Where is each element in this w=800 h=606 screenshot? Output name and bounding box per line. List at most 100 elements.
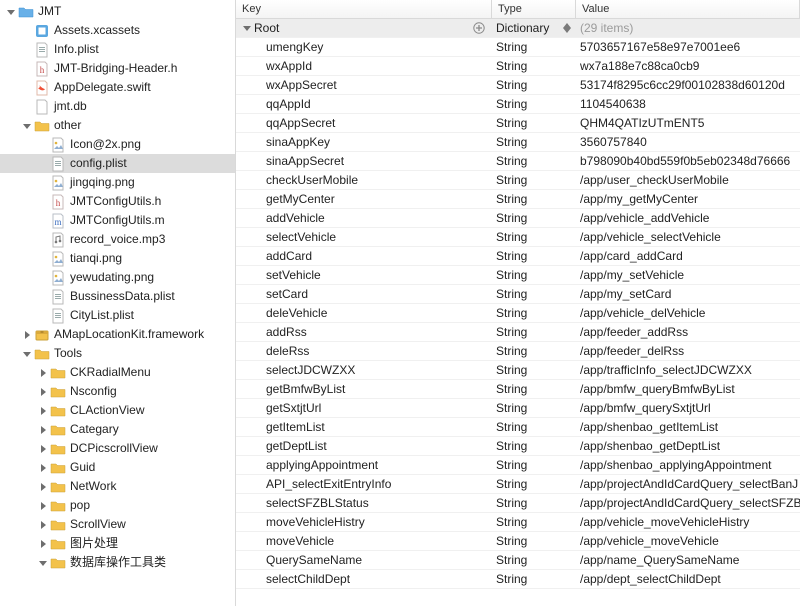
tree-row[interactable]: tianqi.png <box>0 249 235 268</box>
tree-row[interactable]: yewudating.png <box>0 268 235 287</box>
disclosure-open-icon[interactable] <box>22 121 32 131</box>
plist-key[interactable]: wxAppSecret <box>266 78 337 92</box>
plist-value[interactable]: /app/projectAndIdCardQuery_selectSFZB <box>580 496 800 510</box>
tree-row[interactable]: Nsconfig <box>0 382 235 401</box>
disclosure-closed-icon[interactable] <box>38 444 48 454</box>
disclosure-closed-icon[interactable] <box>38 387 48 397</box>
plist-value[interactable]: /app/feeder_delRss <box>580 344 684 358</box>
plist-type[interactable]: String <box>496 287 527 301</box>
plist-value[interactable]: /app/shenbao_getItemList <box>580 420 718 434</box>
plist-type[interactable]: String <box>496 477 527 491</box>
disclosure-closed-icon[interactable] <box>22 330 32 340</box>
plist-key[interactable]: qqAppSecret <box>266 116 335 130</box>
disclosure-closed-icon[interactable] <box>38 482 48 492</box>
tree-row[interactable]: 图片处理 <box>0 534 235 553</box>
plist-type[interactable]: String <box>496 135 527 149</box>
tree-row[interactable]: hJMTConfigUtils.h <box>0 192 235 211</box>
type-stepper-icon[interactable] <box>562 22 572 34</box>
plist-value[interactable]: b798090b40bd559f0b5eb02348d76666 <box>580 154 790 168</box>
plist-type[interactable]: String <box>496 458 527 472</box>
plist-row[interactable]: addRss String/app/feeder_addRss <box>236 323 800 342</box>
plist-row[interactable]: API_selectExitEntryInfoString/app/projec… <box>236 475 800 494</box>
tree-row[interactable]: config.plist <box>0 154 235 173</box>
tree-row[interactable]: CLActionView <box>0 401 235 420</box>
plist-value[interactable]: /app/dept_selectChildDept <box>580 572 721 586</box>
plist-type[interactable]: String <box>496 192 527 206</box>
tree-row[interactable]: DCPicscrollView <box>0 439 235 458</box>
plist-key[interactable]: QuerySameName <box>266 553 362 567</box>
plist-type[interactable]: Dictionary <box>496 21 549 35</box>
plist-body[interactable]: RootDictionary(29 items)umengKeyString57… <box>236 19 800 606</box>
plist-key[interactable]: API_selectExitEntryInfo <box>266 477 391 491</box>
plist-type[interactable]: String <box>496 230 527 244</box>
tree-row[interactable]: Assets.xcassets <box>0 21 235 40</box>
plist-row[interactable]: addCard String/app/card_addCard <box>236 247 800 266</box>
tree-row[interactable]: record_voice.mp3 <box>0 230 235 249</box>
plist-key[interactable]: checkUserMobile <box>266 173 358 187</box>
tree-row[interactable]: jmt.db <box>0 97 235 116</box>
tree-row[interactable]: ScrollView <box>0 515 235 534</box>
plist-row[interactable]: getItemListString/app/shenbao_getItemLis… <box>236 418 800 437</box>
plist-key[interactable]: getDeptList <box>266 439 327 453</box>
plist-key[interactable]: selectChildDept <box>266 572 350 586</box>
plist-row[interactable]: getSxtjtUrlString/app/bmfw_querySxtjtUrl <box>236 399 800 418</box>
add-row-icon[interactable] <box>472 21 486 35</box>
plist-type[interactable]: String <box>496 173 527 187</box>
plist-key[interactable]: selectJDCWZXX <box>266 363 355 377</box>
plist-type[interactable]: String <box>496 59 527 73</box>
plist-key[interactable]: getSxtjtUrl <box>266 401 321 415</box>
plist-value[interactable]: /app/card_addCard <box>580 249 683 263</box>
tree-row[interactable]: hJMT-Bridging-Header.h <box>0 59 235 78</box>
tree-row[interactable]: Categary <box>0 420 235 439</box>
plist-value[interactable]: wx7a188e7c88ca0cb9 <box>580 59 699 73</box>
disclosure-closed-icon[interactable] <box>38 463 48 473</box>
plist-value[interactable]: /app/vehicle_selectVehicle <box>580 230 721 244</box>
plist-row[interactable]: QuerySameNameString/app/name_QuerySameNa… <box>236 551 800 570</box>
plist-key[interactable]: addVehicle <box>266 211 325 225</box>
plist-value[interactable]: 1104540638 <box>580 97 646 111</box>
disclosure-closed-icon[interactable] <box>38 501 48 511</box>
plist-root-row[interactable]: RootDictionary(29 items) <box>236 19 800 38</box>
plist-key[interactable]: sinaAppSecret <box>266 154 344 168</box>
tree-row[interactable]: Tools <box>0 344 235 363</box>
plist-row[interactable]: checkUserMobileString/app/user_checkUser… <box>236 171 800 190</box>
tree-row[interactable]: mJMTConfigUtils.m <box>0 211 235 230</box>
plist-key[interactable]: umengKey <box>266 40 323 54</box>
plist-row[interactable]: selectChildDept String/app/dept_selectChi… <box>236 570 800 589</box>
disclosure-closed-icon[interactable] <box>38 539 48 549</box>
plist-type[interactable]: String <box>496 249 527 263</box>
plist-value[interactable]: /app/vehicle_delVehicle <box>580 306 705 320</box>
plist-row[interactable]: qqAppIdString1104540638 <box>236 95 800 114</box>
plist-key[interactable]: selectSFZBLStatus <box>266 496 369 510</box>
tree-row[interactable]: AMapLocationKit.framework <box>0 325 235 344</box>
plist-key[interactable]: setVehicle <box>266 268 321 282</box>
plist-type[interactable]: String <box>496 401 527 415</box>
plist-value[interactable]: /app/feeder_addRss <box>580 325 688 339</box>
plist-key[interactable]: addRss <box>266 325 307 339</box>
plist-type[interactable]: String <box>496 325 527 339</box>
plist-value[interactable]: /app/my_setVehicle <box>580 268 684 282</box>
plist-row[interactable]: selectSFZBLStatusString/app/projectAndId… <box>236 494 800 513</box>
plist-key[interactable]: addCard <box>266 249 312 263</box>
project-navigator[interactable]: JMTAssets.xcassetsInfo.plisthJMT-Bridgin… <box>0 0 236 606</box>
tree-row[interactable]: 数据库操作工具类 <box>0 553 235 572</box>
disclosure-open-icon[interactable] <box>242 23 252 33</box>
tree-row[interactable]: jingqing.png <box>0 173 235 192</box>
plist-key[interactable]: sinaAppKey <box>266 135 330 149</box>
plist-row[interactable]: moveVehicleString/app/vehicle_moveVehicl… <box>236 532 800 551</box>
plist-type[interactable]: String <box>496 572 527 586</box>
plist-type[interactable]: String <box>496 97 527 111</box>
plist-row[interactable]: sinaAppKey String 3560757840 <box>236 133 800 152</box>
plist-type[interactable]: String <box>496 78 527 92</box>
plist-type[interactable]: String <box>496 382 527 396</box>
plist-key[interactable]: getItemList <box>266 420 325 434</box>
plist-key[interactable]: wxAppId <box>266 59 312 73</box>
plist-type[interactable]: String <box>496 515 527 529</box>
plist-value[interactable]: 53174f8295c6cc29f00102838d60120d <box>580 78 785 92</box>
plist-value[interactable]: 3560757840 <box>580 135 647 149</box>
plist-type[interactable]: String <box>496 363 527 377</box>
plist-value[interactable]: /app/bmfw_queryBmfwByList <box>580 382 735 396</box>
plist-type[interactable]: String <box>496 211 527 225</box>
plist-type[interactable]: String <box>496 40 527 54</box>
tree-row[interactable]: pop <box>0 496 235 515</box>
